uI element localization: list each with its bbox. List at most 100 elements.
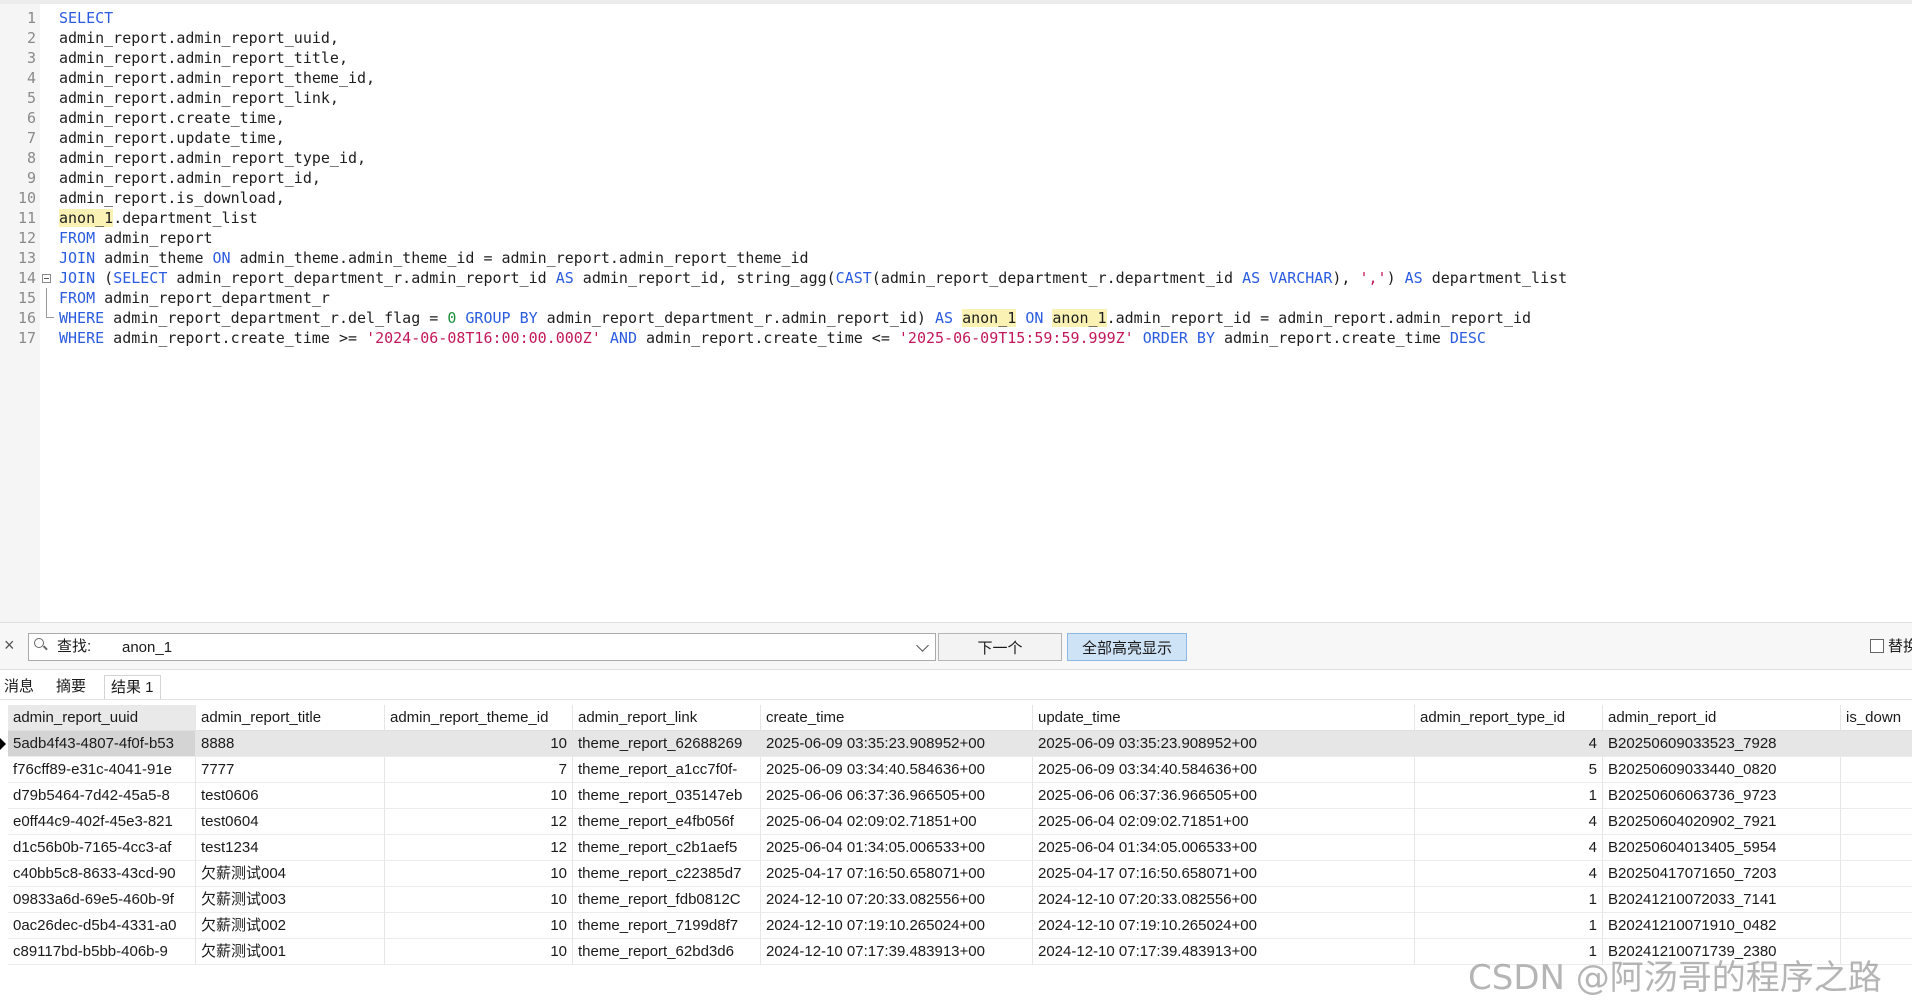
table-cell[interactable]: 10: [385, 861, 573, 887]
table-cell[interactable]: 2025-06-09 03:34:40.584636+00: [761, 757, 1033, 783]
table-cell[interactable]: 7: [385, 757, 573, 783]
table-cell[interactable]: B20250604013405_5954: [1603, 835, 1841, 861]
table-cell[interactable]: 2025-06-09 03:34:40.584636+00: [1033, 757, 1415, 783]
table-cell[interactable]: theme_report_62bd3d6: [573, 939, 761, 965]
table-cell[interactable]: 2025-06-04 02:09:02.71851+00: [1033, 809, 1415, 835]
code-line[interactable]: 4 admin_report.admin_report_theme_id,: [0, 68, 1912, 88]
table-cell[interactable]: 2025-06-04 02:09:02.71851+00: [761, 809, 1033, 835]
code-line[interactable]: 10 admin_report.is_download,: [0, 188, 1912, 208]
table-cell[interactable]: 2025-06-04 01:34:05.006533+00: [1033, 835, 1415, 861]
column-header[interactable]: admin_report_type_id: [1415, 705, 1603, 731]
table-cell[interactable]: theme_report_7199d8f7: [573, 913, 761, 939]
table-cell[interactable]: [1841, 783, 1912, 809]
table-cell[interactable]: 2024-12-10 07:17:39.483913+00: [761, 939, 1033, 965]
replace-checkbox[interactable]: [1870, 639, 1884, 653]
table-cell[interactable]: [1841, 861, 1912, 887]
table-cell[interactable]: 7777: [196, 757, 385, 783]
table-cell[interactable]: 0ac26dec-d5b4-4331-a0: [8, 913, 196, 939]
table-cell[interactable]: 1: [1415, 887, 1603, 913]
table-cell[interactable]: 10: [385, 731, 573, 757]
table-cell[interactable]: test0606: [196, 783, 385, 809]
table-cell[interactable]: 1: [1415, 783, 1603, 809]
table-cell[interactable]: 12: [385, 809, 573, 835]
table-cell[interactable]: B20241210072033_7141: [1603, 887, 1841, 913]
code-line[interactable]: 14 JOIN (SELECT admin_report_department_r…: [0, 268, 1912, 288]
code-line[interactable]: 13 JOIN admin_theme ON admin_theme.admin_…: [0, 248, 1912, 268]
table-cell[interactable]: theme_report_a1cc7f0f-: [573, 757, 761, 783]
table-cell[interactable]: 12: [385, 835, 573, 861]
code-line[interactable]: 5 admin_report.admin_report_link,: [0, 88, 1912, 108]
table-cell[interactable]: [1841, 809, 1912, 835]
table-cell[interactable]: 2025-06-09 03:35:23.908952+00: [761, 731, 1033, 757]
table-cell[interactable]: [1841, 731, 1912, 757]
table-cell[interactable]: d1c56b0b-7165-4cc3-af: [8, 835, 196, 861]
column-header[interactable]: admin_report_title: [196, 705, 385, 731]
table-cell[interactable]: 5: [1415, 757, 1603, 783]
tab-result-1[interactable]: 结果 1: [104, 675, 161, 699]
table-cell[interactable]: [1841, 835, 1912, 861]
table-cell[interactable]: test1234: [196, 835, 385, 861]
fold-toggle-icon[interactable]: [42, 274, 51, 283]
result-grid[interactable]: admin_report_uuid admin_report_title adm…: [0, 705, 1912, 967]
table-cell[interactable]: theme_report_62688269: [573, 731, 761, 757]
code-line[interactable]: 3 admin_report.admin_report_title,: [0, 48, 1912, 68]
code-line[interactable]: 9 admin_report.admin_report_id,: [0, 168, 1912, 188]
code-line[interactable]: 2 admin_report.admin_report_uuid,: [0, 28, 1912, 48]
table-cell[interactable]: c40bb5c8-8633-43cd-90: [8, 861, 196, 887]
table-cell[interactable]: 5adb4f43-4807-4f0f-b53: [8, 731, 196, 757]
table-cell[interactable]: 2025-04-17 07:16:50.658071+00: [1033, 861, 1415, 887]
table-row[interactable]: 0ac26dec-d5b4-4331-a0 欠薪测试002 10 theme_repo…: [0, 913, 1912, 939]
table-cell[interactable]: B20250417071650_7203: [1603, 861, 1841, 887]
table-cell[interactable]: 2025-06-06 06:37:36.966505+00: [1033, 783, 1415, 809]
code-lines[interactable]: 1 SELECT 2 admin_report.admin_report_uuid, 3…: [0, 8, 1912, 348]
table-cell[interactable]: c89117bd-b5bb-406b-9: [8, 939, 196, 965]
sql-editor[interactable]: 1 SELECT 2 admin_report.admin_report_uuid, 3…: [0, 0, 1912, 622]
table-cell[interactable]: theme_report_fdb0812C: [573, 887, 761, 913]
code-line[interactable]: 12 FROM admin_report: [0, 228, 1912, 248]
column-header[interactable]: is_down: [1841, 705, 1912, 731]
tab-messages[interactable]: 消息: [4, 675, 34, 699]
table-cell[interactable]: 10: [385, 783, 573, 809]
table-cell[interactable]: 2024-12-10 07:19:10.265024+00: [761, 913, 1033, 939]
code-line[interactable]: 17 WHERE admin_report.create_time >= '202…: [0, 328, 1912, 348]
find-next-button[interactable]: 下一个: [938, 633, 1062, 661]
table-cell[interactable]: 4: [1415, 731, 1603, 757]
table-cell[interactable]: 欠薪测试003: [196, 887, 385, 913]
table-cell[interactable]: 2024-12-10 07:20:33.082556+00: [1033, 887, 1415, 913]
table-cell[interactable]: [1841, 757, 1912, 783]
table-row[interactable]: d1c56b0b-7165-4cc3-af test1234 12 theme_rep…: [0, 835, 1912, 861]
close-find-icon[interactable]: ×: [4, 635, 20, 655]
replace-toggle[interactable]: 替换: [1870, 637, 1912, 659]
table-cell[interactable]: theme_report_c22385d7: [573, 861, 761, 887]
chevron-down-icon[interactable]: [916, 639, 929, 652]
code-line[interactable]: 15 FROM admin_report_department_r: [0, 288, 1912, 308]
table-cell[interactable]: 8888: [196, 731, 385, 757]
find-box[interactable]: 查找:: [28, 633, 936, 661]
column-header[interactable]: update_time: [1033, 705, 1415, 731]
column-header[interactable]: admin_report_id: [1603, 705, 1841, 731]
table-cell[interactable]: test0604: [196, 809, 385, 835]
code-line[interactable]: 1 SELECT: [0, 8, 1912, 28]
column-header[interactable]: admin_report_theme_id: [385, 705, 573, 731]
table-cell[interactable]: 2025-04-17 07:16:50.658071+00: [761, 861, 1033, 887]
code-line[interactable]: 6 admin_report.create_time,: [0, 108, 1912, 128]
table-cell[interactable]: 4: [1415, 835, 1603, 861]
tab-summary[interactable]: 摘要: [56, 675, 86, 699]
table-cell[interactable]: 欠薪测试004: [196, 861, 385, 887]
table-cell[interactable]: 09833a6d-69e5-460b-9f: [8, 887, 196, 913]
table-cell[interactable]: 4: [1415, 861, 1603, 887]
table-row[interactable]: d79b5464-7d42-45a5-8 test0606 10 theme_repo…: [0, 783, 1912, 809]
code-line[interactable]: 8 admin_report.admin_report_type_id,: [0, 148, 1912, 168]
table-cell[interactable]: 2024-12-10 07:19:10.265024+00: [1033, 913, 1415, 939]
table-cell[interactable]: theme_report_c2b1aef5: [573, 835, 761, 861]
table-cell[interactable]: B20250604020902_7921: [1603, 809, 1841, 835]
table-row[interactable]: c40bb5c8-8633-43cd-90 欠薪测试004 10 theme_repo…: [0, 861, 1912, 887]
table-cell[interactable]: f76cff89-e31c-4041-91e: [8, 757, 196, 783]
table-row[interactable]: f76cff89-e31c-4041-91e 7777 7 theme_report_…: [0, 757, 1912, 783]
table-cell[interactable]: 2025-06-09 03:35:23.908952+00: [1033, 731, 1415, 757]
column-header[interactable]: create_time: [761, 705, 1033, 731]
table-cell[interactable]: 欠薪测试001: [196, 939, 385, 965]
column-header[interactable]: admin_report_link: [573, 705, 761, 731]
find-input[interactable]: [122, 636, 902, 658]
table-cell[interactable]: e0ff44c9-402f-45e3-821: [8, 809, 196, 835]
